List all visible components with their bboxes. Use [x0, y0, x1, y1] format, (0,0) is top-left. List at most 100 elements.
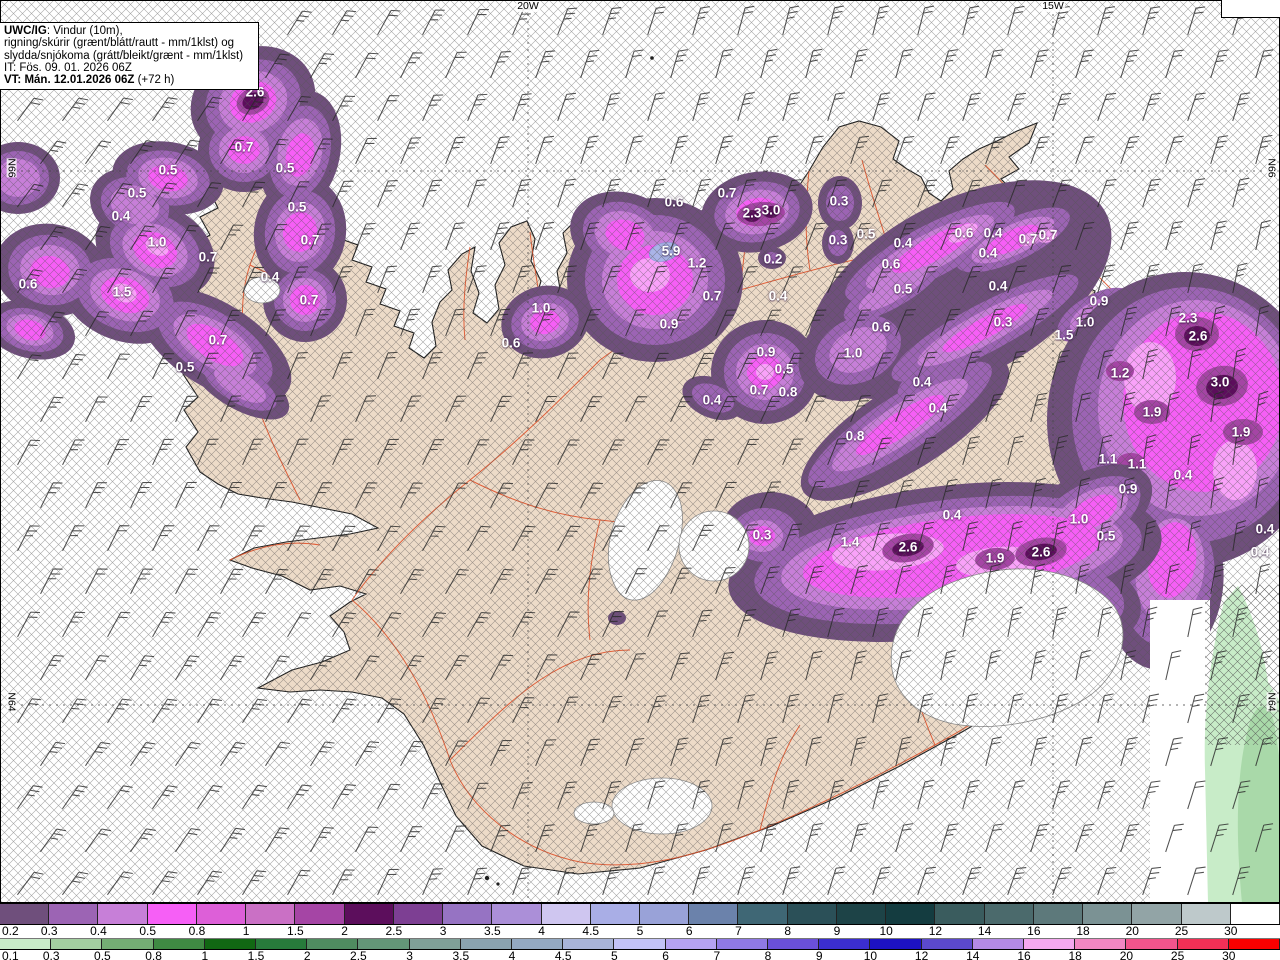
- title-line-valid-time: VT: Mán. 12.01.2026 06Z (+72 h): [4, 74, 175, 87]
- colorbar-segment: [98, 904, 148, 924]
- sleet-snow-colorbar-labels: 0.2 0.3 0.4 0.5 0.8 1 1.5 2 2.5 3 3.5 4 4.5 5 6 7 8 9 10 12…: [0, 925, 1280, 938]
- colorbar-tick-label: 0.4: [90, 924, 107, 938]
- colorbar-tick-label: 2.5: [350, 949, 367, 960]
- colorbar-segment: [409, 939, 461, 949]
- colorbar-tick-label: 1: [242, 924, 250, 938]
- colorbar-tick-label: 0.3: [42, 949, 60, 960]
- title-line-snow-legend: slydda/snjókoma (grátt/bleikt/grænt - mm…: [4, 49, 244, 62]
- colorbar-tick-label: 4.5: [582, 924, 600, 938]
- colorbar-tick-label: 0.8: [188, 924, 206, 938]
- colorbar-segment: [1033, 904, 1084, 924]
- colorbar-tick-label: 3.5: [452, 949, 470, 960]
- colorbar-segment: [49, 904, 99, 924]
- colorbar-tick-label: 10: [879, 924, 893, 938]
- colorbar-tick-label: 30: [1224, 924, 1238, 938]
- colorbar-tick-label: 18: [1068, 949, 1082, 960]
- colorbar-tick-label: 4.5: [554, 949, 572, 960]
- colorbar-tick-label: 30: [1222, 949, 1236, 960]
- colorbar-segment: [590, 904, 640, 924]
- weather-forecast-map-app: 2.6 0.7 0.5 0.5 0.5 0.4 0.5 1.0 0.7 0.7 0.4 1.5 0.7 0…: [0, 0, 1280, 960]
- colorbar-tick-label: 3.5: [483, 924, 501, 938]
- crosshatch-overlay: [0, 0, 1280, 903]
- colorbar-tick-label: 0.5: [139, 924, 157, 938]
- colorbar-tick-label: 9: [815, 949, 823, 960]
- colorbar-tick-label: 8: [784, 924, 792, 938]
- colorbar-segment: [204, 939, 256, 949]
- colorbar-tick-label: 0.5: [94, 949, 111, 960]
- colorbar-segment: [512, 939, 564, 949]
- colorbar-tick-label: 4: [538, 924, 545, 938]
- colorbar-segment: [0, 904, 50, 924]
- colorbar-tick-label: 4: [508, 949, 516, 960]
- colorbar-tick-label: 0.8: [145, 949, 162, 960]
- colorbar-tick-label: 20: [1119, 949, 1134, 960]
- colorbar-segment: [541, 904, 591, 924]
- rain-colorbar-labels: 0.1 0.3 0.5 0.8 1 1.5 2 2.5 3 3.5 4 4.5 5 6 7 8 9 10 12 14 1…: [0, 949, 1280, 960]
- forecast-info-box: UWC/IG: Vindur (10m), rigning/skúrir (gr…: [0, 22, 259, 91]
- colorbar-segment: [614, 939, 666, 949]
- colorbar-tick-label: 7: [735, 924, 742, 938]
- legend-colorbars: 0.2 0.3 0.4 0.5 0.8 1 1.5 2 2.5 3 3.5 4 4.5 5 6 7 8 9 10 12…: [0, 903, 1280, 960]
- colorbar-tick-label: 6: [685, 924, 693, 938]
- colorbar-tick-label: 0.2: [2, 924, 19, 938]
- colorbar-segment: [1132, 904, 1182, 924]
- colorbar-segment: [836, 904, 887, 924]
- colorbar-segment: [640, 904, 690, 924]
- colorbar-tick-label: 14: [977, 924, 992, 938]
- colorbar-segment: [716, 939, 768, 949]
- colorbar-tick-label: 2: [341, 924, 348, 938]
- colorbar-segment: [1024, 939, 1076, 949]
- colorbar-tick-label: 20: [1125, 924, 1139, 938]
- colorbar-tick-label: 6: [662, 949, 669, 960]
- rain-colorbar: [0, 938, 1280, 950]
- iceland-weather-map: [0, 0, 1280, 903]
- title-line-rain-legend: rigning/skúrir (grænt/blátt/rautt - mm/1…: [4, 37, 235, 50]
- colorbar-segment: [984, 904, 1034, 924]
- colorbar-segment: [972, 939, 1024, 949]
- colorbar-tick-label: 16: [1017, 949, 1031, 960]
- colorbar-tick-label: 0.3: [40, 924, 58, 938]
- colorbar-segment: [1075, 939, 1127, 949]
- colorbar-segment: [393, 904, 444, 924]
- colorbar-tick-label: 14: [966, 949, 980, 960]
- colorbar-tick-label: 5: [636, 924, 644, 938]
- colorbar-segment: [819, 939, 871, 949]
- sleet-snow-colorbar: [0, 903, 1280, 925]
- title-line-init-time: IT: Fös. 09. 01. 2026 06Z: [4, 61, 132, 74]
- colorbar-segment: [492, 904, 542, 924]
- colorbar-segment: [1126, 939, 1178, 949]
- colorbar-tick-label: 16: [1027, 924, 1041, 938]
- colorbar-segment: [870, 939, 922, 949]
- colorbar-segment: [738, 904, 788, 924]
- colorbar-segment: [51, 939, 103, 949]
- colorbar-segment: [935, 904, 985, 924]
- colorbar-tick-label: 25: [1170, 949, 1185, 960]
- colorbar-tick-label: 12: [928, 924, 943, 938]
- colorbar-segment: [1083, 904, 1133, 924]
- colorbar-tick-label: 0.1: [2, 949, 19, 960]
- colorbar-tick-label: 7: [713, 949, 721, 960]
- colorbar-segment: [689, 904, 739, 924]
- colorbar-tick-label: 3: [406, 949, 413, 960]
- colorbar-segment: [768, 939, 820, 949]
- colorbar-tick-label: 10: [863, 949, 878, 960]
- colorbar-segment: [147, 904, 197, 924]
- colorbar-segment: [787, 904, 837, 924]
- map-canvas: 2.6 0.7 0.5 0.5 0.5 0.4 0.5 1.0 0.7 0.7 0.4 1.5 0.7 0…: [0, 0, 1280, 903]
- colorbar-segment: [196, 904, 247, 924]
- colorbar-segment: [1177, 939, 1229, 949]
- colorbar-segment: [460, 939, 512, 949]
- colorbar-segment: [443, 904, 493, 924]
- colorbar-segment: [295, 904, 345, 924]
- colorbar-tick-label: 1.5: [247, 949, 265, 960]
- title-line-model: UWC/IG: Vindur (10m),: [4, 25, 123, 37]
- colorbar-segment: [665, 939, 717, 949]
- colorbar-tick-label: 12: [914, 949, 929, 960]
- colorbar-segment: [563, 939, 615, 949]
- colorbar-tick-label: 9: [833, 924, 841, 938]
- colorbar-segment: [921, 939, 973, 949]
- colorbar-segment: [1228, 939, 1280, 949]
- colorbar-segment: [102, 939, 154, 949]
- colorbar-segment: [246, 904, 296, 924]
- colorbar-segment: [256, 939, 308, 949]
